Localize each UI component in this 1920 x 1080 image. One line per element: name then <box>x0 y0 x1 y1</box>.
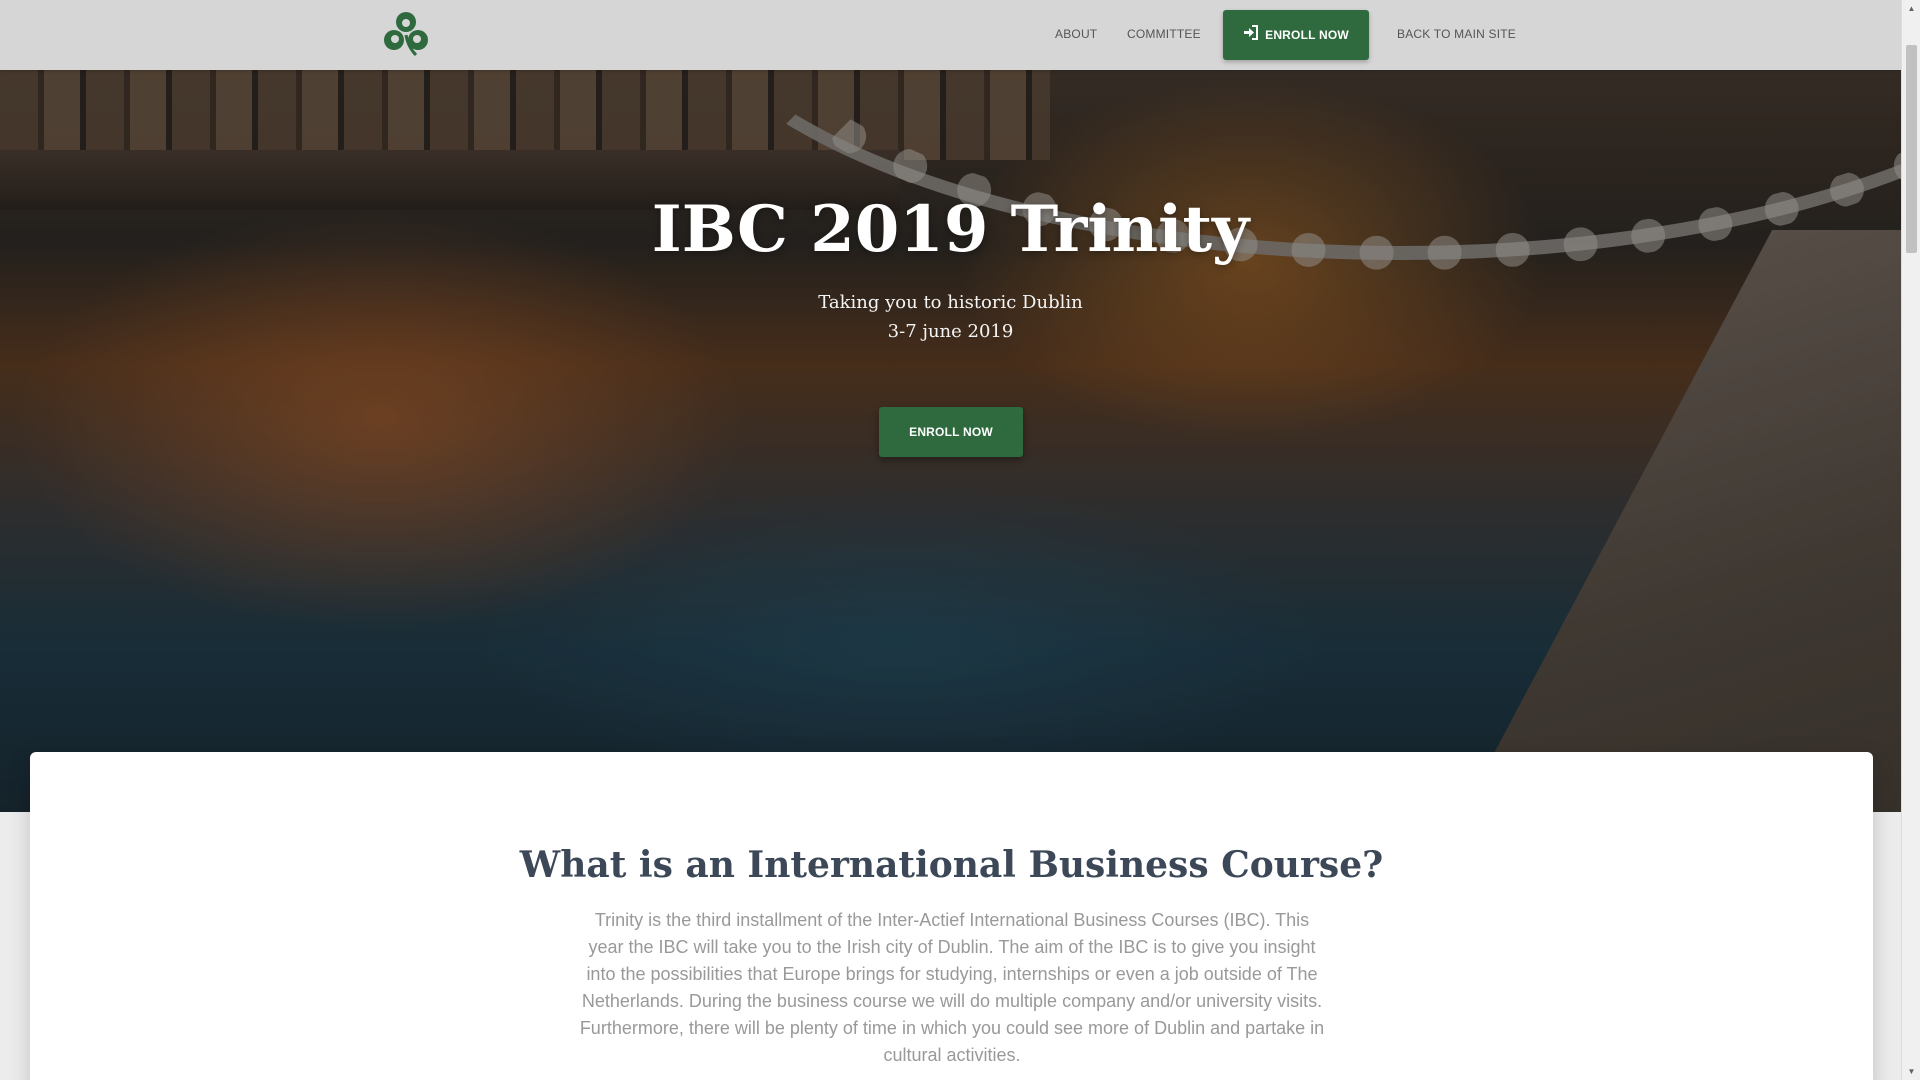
hero-enroll-button[interactable]: ENROLL NOW <box>879 407 1023 457</box>
hero-subtitle: Taking you to historic Dublin <box>818 292 1083 313</box>
nav-about-link[interactable]: ABOUT <box>1055 27 1097 41</box>
scroll-down-arrow-icon[interactable]: ▼ <box>1902 1063 1920 1080</box>
nav-committee-link[interactable]: COMMITTEE <box>1127 27 1201 41</box>
nav-back-to-main-site-link[interactable]: BACK TO MAIN SITE <box>1397 27 1516 41</box>
nav-enroll-button[interactable]: ENROLL NOW <box>1223 10 1369 60</box>
shamrock-logo-icon[interactable] <box>382 11 430 57</box>
hero-title: IBC 2019 Trinity <box>651 192 1250 267</box>
scroll-up-arrow-icon[interactable]: ▲ <box>1902 0 1920 17</box>
about-paragraph: Trinity is the third installment of the … <box>579 910 1325 1065</box>
hero-background-image <box>0 0 1901 812</box>
about-card: What is an International Business Course… <box>30 752 1873 1080</box>
nav-enroll-label: ENROLL NOW <box>1265 28 1349 42</box>
hero-overlay <box>0 0 1901 812</box>
scrollbar-thumb[interactable] <box>1906 45 1917 253</box>
top-navbar: ABOUT COMMITTEE ENROLL NOW BACK TO MAIN … <box>0 0 1901 70</box>
hero-date: 3-7 june 2019 <box>887 321 1014 342</box>
page-scrollbar[interactable]: ▲ ▼ <box>1901 0 1920 1080</box>
about-heading: What is an International Business Course… <box>519 844 1384 886</box>
sign-in-icon <box>1243 25 1259 45</box>
